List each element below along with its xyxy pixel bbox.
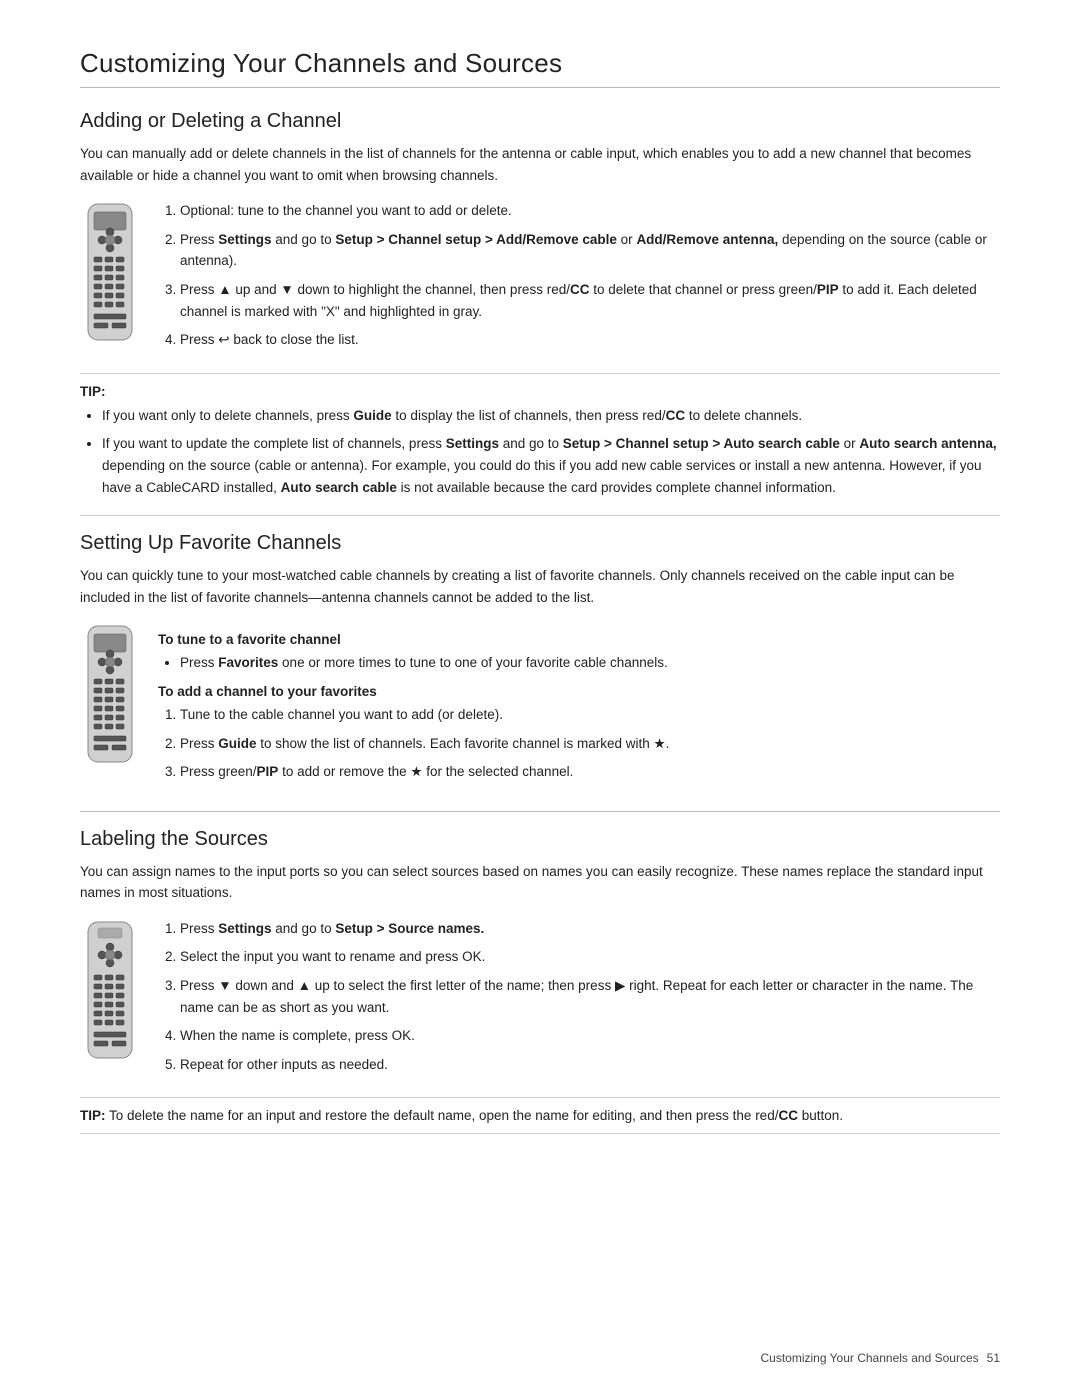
section3-steps-list: Press Settings and go to Setup > Source …: [158, 918, 1000, 1076]
section1-intro: You can manually add or delete channels …: [80, 143, 1000, 186]
section3-title: Labeling the Sources: [80, 828, 1000, 851]
step-item: Press green/PIP to add or remove the ★ f…: [180, 761, 1000, 783]
step-item: Press ↩ back to close the list.: [180, 329, 1000, 351]
step-item: When the name is complete, press OK.: [180, 1025, 1000, 1047]
section1-steps-list: Optional: tune to the channel you want t…: [158, 200, 1000, 351]
step-item: Press ▲ up and ▼ down to highlight the c…: [180, 279, 1000, 322]
section1-steps-area: Optional: tune to the channel you want t…: [158, 200, 1000, 361]
section2-intro: You can quickly tune to your most-watche…: [80, 565, 1000, 608]
footer-page: 51: [987, 1351, 1000, 1365]
footer: Customizing Your Channels and Sources 51: [80, 1351, 1000, 1365]
remote-image-3: [80, 920, 140, 1063]
step-item: Press Guide to show the list of channels…: [180, 733, 1000, 755]
step-item: Press ▼ down and ▲ up to select the firs…: [180, 975, 1000, 1018]
section-divider-2: [80, 811, 1000, 812]
section2-subheading2: To add a channel to your favorites: [158, 684, 1000, 699]
step-item: Press Settings and go to Setup > Source …: [180, 918, 1000, 940]
section1-content: Optional: tune to the channel you want t…: [80, 200, 1000, 361]
section1-title: Adding or Deleting a Channel: [80, 110, 1000, 133]
section1-tip-label: TIP:: [80, 384, 1000, 399]
section2-steps-area: To tune to a favorite channel Press Favo…: [158, 622, 1000, 792]
step-item: Press Favorites one or more times to tun…: [180, 652, 1000, 674]
step-item: Optional: tune to the channel you want t…: [180, 200, 1000, 222]
section2-subheading1: To tune to a favorite channel: [158, 632, 1000, 647]
section2-subsection2-steps: Tune to the cable channel you want to ad…: [158, 704, 1000, 783]
section3-intro: You can assign names to the input ports …: [80, 861, 1000, 904]
section3-steps-area: Press Settings and go to Setup > Source …: [158, 918, 1000, 1086]
footer-text: Customizing Your Channels and Sources 51: [761, 1351, 1001, 1365]
footer-label: Customizing Your Channels and Sources: [761, 1351, 979, 1365]
section3-tip-text: TIP: To delete the name for an input and…: [80, 1108, 1000, 1123]
section1-tip-box: TIP: If you want only to delete channels…: [80, 373, 1000, 516]
step-item: Tune to the cable channel you want to ad…: [180, 704, 1000, 726]
section1-tip-list: If you want only to delete channels, pre…: [80, 405, 1000, 498]
page-container: Customizing Your Channels and Sources Ad…: [0, 0, 1080, 1397]
remote-image-2: [80, 624, 140, 767]
step-item: Press Settings and go to Setup > Channel…: [180, 229, 1000, 272]
section3-tip-box: TIP: To delete the name for an input and…: [80, 1097, 1000, 1134]
section2-content: To tune to a favorite channel Press Favo…: [80, 622, 1000, 792]
section2-title: Setting Up Favorite Channels: [80, 532, 1000, 555]
tip-item: If you want only to delete channels, pre…: [102, 405, 1000, 427]
remote-image-1: [80, 202, 140, 345]
section3-content: Press Settings and go to Setup > Source …: [80, 918, 1000, 1086]
step-item: Repeat for other inputs as needed.: [180, 1054, 1000, 1076]
tip-item: If you want to update the complete list …: [102, 433, 1000, 498]
section2-subsection1-steps: Press Favorites one or more times to tun…: [158, 652, 1000, 674]
step-item: Select the input you want to rename and …: [180, 946, 1000, 968]
page-title: Customizing Your Channels and Sources: [80, 48, 1000, 88]
